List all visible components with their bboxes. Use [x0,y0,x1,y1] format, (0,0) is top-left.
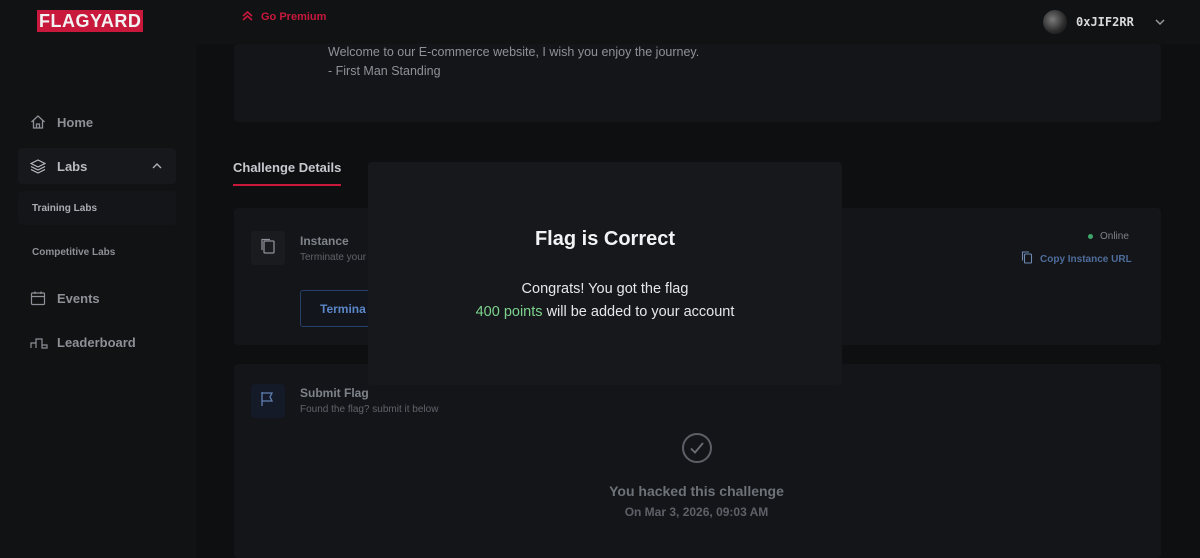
check-circle-icon [682,433,712,463]
hacked-message: You hacked this challenge [609,483,784,499]
chevron-down-icon [1155,16,1165,28]
copy-instance-url-label: Copy Instance URL [1040,253,1132,265]
podium-icon [30,334,48,350]
top-bar: FLAGYARD Go Premium 0xJIF2RR [0,0,1200,44]
flag-icon-box [251,384,285,418]
challenge-description: Welcome to our E-commerce website, I wis… [328,43,699,81]
instance-icon-box [251,231,285,265]
copy-instance-url-button[interactable]: Copy Instance URL [1021,251,1132,267]
copy-document-icon [259,237,277,260]
sidebar-subitem-training-labs[interactable]: Training Labs [18,191,176,225]
go-premium-button[interactable]: Go Premium [242,10,327,23]
go-premium-label: Go Premium [261,11,327,23]
online-dot-icon [1088,234,1093,239]
sidebar-item-leaderboard[interactable]: Leaderboard [18,324,176,360]
tab-challenge-details[interactable]: Challenge Details [233,160,342,186]
instance-subtitle: Terminate your [300,252,367,263]
sidebar-item-labs[interactable]: Labs [18,148,176,184]
submit-flag-title: Submit Flag [300,386,369,400]
chevron-up-icon [152,161,162,172]
sidebar: Home Labs Training Labs Competitive Labs… [0,44,196,558]
modal-congrats-text: Congrats! You got the flag [521,281,689,297]
calendar-icon [30,290,46,306]
points-awarded: 400 points [475,304,543,320]
sidebar-item-label: Leaderboard [57,334,136,350]
user-menu[interactable]: 0xJIF2RR [1043,10,1165,34]
modal-title: Flag is Correct [534,228,676,250]
sidebar-item-label: Labs [57,158,88,174]
status-badge: Online [1088,231,1129,242]
chevrons-up-icon [242,10,253,23]
sidebar-item-events[interactable]: Events [18,280,176,316]
username: 0xJIF2RR [1076,15,1134,29]
sidebar-item-label: Home [57,114,94,130]
instance-title: Instance [300,234,349,248]
submit-flag-subtitle: Found the flag? submit it below [300,404,439,415]
layers-icon [29,158,47,174]
avatar [1043,10,1067,34]
points-message: will be added to your account [546,304,735,320]
modal-points-line: 400 points will be added to your account [368,304,842,320]
status-label: Online [1100,231,1129,242]
sidebar-item-label: Events [57,290,100,306]
description-author: - First Man Standing [328,64,441,78]
hacked-date: On Mar 3, 2026, 09:03 AM [624,505,769,519]
sidebar-subitem-competitive-labs[interactable]: Competitive Labs [18,235,176,269]
flag-icon [259,390,277,413]
flagyard-logo[interactable]: FLAGYARD [37,10,144,32]
copy-icon [1021,251,1033,267]
description-line: Welcome to our E-commerce website, I wis… [328,45,700,59]
sidebar-item-home[interactable]: Home [18,104,176,140]
home-icon [30,114,46,130]
flag-correct-modal[interactable]: Flag is Correct Congrats! You got the fl… [368,162,842,385]
